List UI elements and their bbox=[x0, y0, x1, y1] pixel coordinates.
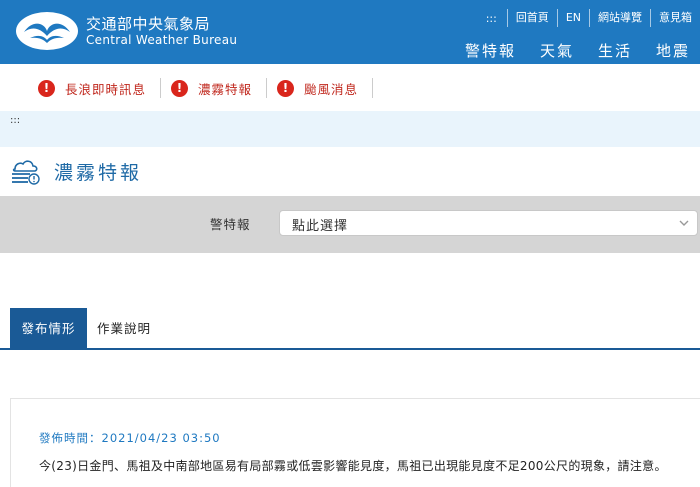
issue-time: 發佈時間：2021/04/23 03:50 bbox=[39, 430, 221, 446]
tab-issued-status[interactable]: 發布情形 bbox=[10, 308, 87, 349]
feedback-link[interactable]: 意見箱 bbox=[650, 9, 700, 27]
fog-warning-icon bbox=[12, 160, 40, 185]
bulletin-message: 今(23)日金門、馬祖及中南部地區易有局部霧或低雲影響能見度，馬祖已出現能見度不… bbox=[39, 459, 667, 473]
breadcrumb: ::: bbox=[0, 111, 700, 147]
alert-link-typhoon[interactable]: ! 颱風消息 bbox=[277, 78, 374, 98]
exclamation-icon: ! bbox=[38, 79, 55, 97]
accesskey-dots[interactable]: ::: bbox=[10, 115, 20, 126]
exclamation-icon: ! bbox=[277, 79, 295, 97]
accesskey-dots[interactable]: ::: bbox=[476, 12, 507, 25]
main-nav: 警特報 天氣 生活 地震 bbox=[465, 40, 690, 61]
brand-name-en[interactable]: Central Weather Bureau bbox=[86, 33, 237, 47]
filter-label: 警特報 bbox=[210, 217, 251, 232]
issue-time-label: 發佈時間： bbox=[39, 431, 102, 445]
home-link[interactable]: 回首頁 bbox=[506, 9, 557, 27]
alert-label: 長浪即時訊息 bbox=[65, 81, 147, 97]
cwb-logo-icon bbox=[24, 23, 70, 43]
english-link[interactable]: EN bbox=[556, 9, 589, 27]
nav-item-weather[interactable]: 天氣 bbox=[540, 40, 574, 61]
alert-link-fog[interactable]: ! 濃霧特報 bbox=[171, 78, 268, 98]
alert-link-swell[interactable]: ! 長浪即時訊息 bbox=[38, 78, 162, 98]
tab-operation-notes[interactable]: 作業說明 bbox=[97, 308, 151, 349]
content-tabs: 發布情形 作業說明 bbox=[0, 308, 700, 350]
warning-filter-bar: 警特報 點此選擇 bbox=[0, 196, 700, 253]
site-header: 交通部中央氣象局 Central Weather Bureau ::: 回首頁 … bbox=[0, 0, 700, 64]
select-value: 點此選擇 bbox=[292, 219, 349, 234]
warning-type-select[interactable]: 點此選擇 bbox=[279, 210, 698, 236]
page-title: 濃霧特報 bbox=[54, 161, 143, 184]
utility-nav: ::: 回首頁 EN 網站導覽 意見箱 bbox=[476, 8, 700, 28]
exclamation-icon: ! bbox=[171, 79, 189, 97]
alert-bar: ! 長浪即時訊息 ! 濃霧特報 ! 颱風消息 bbox=[0, 72, 383, 104]
nav-item-earthquake[interactable]: 地震 bbox=[656, 40, 690, 61]
alert-label: 濃霧特報 bbox=[198, 81, 253, 97]
cwb-logo[interactable] bbox=[16, 12, 78, 50]
issue-time-value: 2021/04/23 03:50 bbox=[101, 431, 221, 445]
nav-item-life[interactable]: 生活 bbox=[598, 40, 632, 61]
alert-label: 颱風消息 bbox=[304, 81, 359, 97]
brand-name-zh[interactable]: 交通部中央氣象局 bbox=[86, 13, 210, 34]
chevron-down-icon bbox=[679, 220, 689, 226]
page-title-row: 濃霧特報 bbox=[10, 154, 142, 188]
sitemap-link[interactable]: 網站導覽 bbox=[589, 9, 650, 27]
nav-item-warnings[interactable]: 警特報 bbox=[465, 40, 516, 61]
bulletin-panel: 發佈時間：2021/04/23 03:50 今(23)日金門、馬祖及中南部地區易… bbox=[10, 398, 700, 487]
